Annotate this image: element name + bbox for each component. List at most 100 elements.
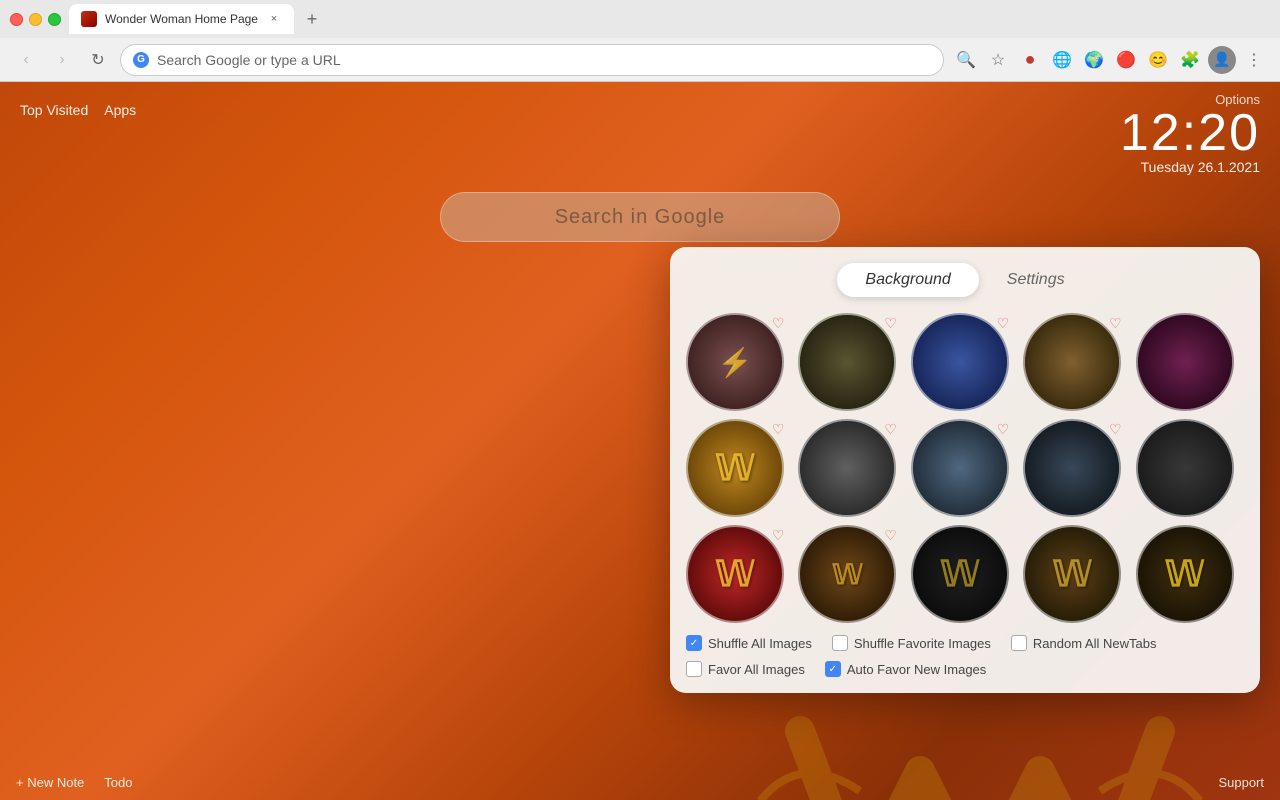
list-item[interactable]: 𝕎 xyxy=(1023,525,1127,623)
heart-icon[interactable]: ♡ xyxy=(772,421,785,438)
minimize-button[interactable] xyxy=(29,13,42,26)
browser-frame: Wonder Woman Home Page × + ‹ › ↻ G Searc… xyxy=(0,0,1280,800)
menu-icon[interactable]: ⋮ xyxy=(1240,46,1268,74)
back-button[interactable]: ‹ xyxy=(12,46,40,74)
vpn-icon[interactable]: 🌐 xyxy=(1048,46,1076,74)
heart-icon[interactable]: ♡ xyxy=(1109,421,1122,438)
heart-icon[interactable]: ♡ xyxy=(884,421,897,438)
list-item[interactable]: 𝕎 xyxy=(1136,525,1240,623)
image-circle: 𝕎 xyxy=(798,525,896,623)
list-item[interactable]: ♡ xyxy=(911,419,1015,517)
list-item[interactable] xyxy=(1136,313,1240,411)
top-visited-link[interactable]: Top Visited xyxy=(20,102,88,118)
clock-section: Options 12:20 Tuesday 26.1.2021 xyxy=(1120,92,1260,175)
checkbox-icon[interactable] xyxy=(686,661,702,677)
list-item[interactable]: ♡ 𝕎 xyxy=(686,419,790,517)
image-circle xyxy=(1136,419,1234,517)
list-item[interactable]: ♡ xyxy=(1023,419,1127,517)
image-circle: 𝕎 xyxy=(686,525,784,623)
background-panel: Background Settings ♡ ⚡ ♡ xyxy=(670,247,1260,693)
heart-icon[interactable]: ♡ xyxy=(772,315,785,332)
extension-red-icon[interactable]: 🔴 xyxy=(1112,46,1140,74)
new-note-link[interactable]: + New Note xyxy=(16,775,84,790)
heart-icon[interactable]: ♡ xyxy=(884,315,897,332)
address-bar[interactable]: G Search Google or type a URL xyxy=(120,44,944,76)
auto-favor-new-images-checkbox[interactable]: ✓ Auto Favor New Images xyxy=(825,661,986,677)
list-item[interactable]: ♡ xyxy=(798,419,902,517)
tab-settings[interactable]: Settings xyxy=(979,263,1093,297)
maximize-button[interactable] xyxy=(48,13,61,26)
ww-logo-overlay: 𝕎 xyxy=(688,421,782,515)
heart-icon[interactable]: ♡ xyxy=(884,527,897,544)
checkbox-icon[interactable] xyxy=(1011,635,1027,651)
close-button[interactable] xyxy=(10,13,23,26)
list-item[interactable]: ♡ xyxy=(1023,313,1127,411)
profile-icon[interactable]: 👤 xyxy=(1208,46,1236,74)
todo-link[interactable]: Todo xyxy=(104,775,132,790)
list-item[interactable]: ♡ xyxy=(911,313,1015,411)
shuffle-fav-label: Shuffle Favorite Images xyxy=(854,636,991,651)
favor-all-images-checkbox[interactable]: Favor All Images xyxy=(686,661,805,677)
support-link[interactable]: Support xyxy=(1218,775,1264,790)
page-nav: Top Visited Apps xyxy=(20,102,136,118)
page-content: Top Visited Apps Options 12:20 Tuesday 2… xyxy=(0,82,1280,800)
bottom-bar: + New Note Todo Support xyxy=(0,764,1280,800)
image-circle: 𝕎 xyxy=(1023,525,1121,623)
checkbox-icon[interactable] xyxy=(832,635,848,651)
list-item[interactable]: ♡ ⚡ xyxy=(686,313,790,411)
shuffle-all-images-checkbox[interactable]: ✓ Shuffle All Images xyxy=(686,635,812,651)
heart-icon[interactable]: ♡ xyxy=(1109,315,1122,332)
image-circle xyxy=(911,419,1009,517)
ww-logo-overlay: 𝕎 xyxy=(913,527,1007,621)
list-item[interactable]: ♡ 𝕎 xyxy=(686,525,790,623)
ww-logo-overlay: 𝕎 xyxy=(1138,527,1232,621)
image-circle: 𝕎 xyxy=(686,419,784,517)
ww-logo-overlay: 𝕎 xyxy=(800,527,894,621)
apps-link[interactable]: Apps xyxy=(104,102,136,118)
image-circle: 𝕎 xyxy=(911,525,1009,623)
active-tab[interactable]: Wonder Woman Home Page × xyxy=(69,4,294,34)
clock-display: 12:20 xyxy=(1120,107,1260,159)
forward-button[interactable]: › xyxy=(48,46,76,74)
search-bar[interactable]: Search in Google xyxy=(440,192,840,242)
translate-icon[interactable]: 🌍 xyxy=(1080,46,1108,74)
image-circle xyxy=(1136,313,1234,411)
random-all-newtabs-checkbox[interactable]: Random All NewTabs xyxy=(1011,635,1157,651)
opera-icon[interactable]: ● xyxy=(1016,46,1044,74)
search-icon[interactable]: 🔍 xyxy=(952,46,980,74)
shuffle-all-label: Shuffle All Images xyxy=(708,636,812,651)
bottom-left-links: + New Note Todo xyxy=(16,775,133,790)
checkbox-icon[interactable]: ✓ xyxy=(686,635,702,651)
address-text: Search Google or type a URL xyxy=(157,52,341,68)
title-bar: Wonder Woman Home Page × + xyxy=(0,0,1280,38)
date-display: Tuesday 26.1.2021 xyxy=(1120,159,1260,175)
tab-bar: Wonder Woman Home Page × + xyxy=(69,4,1270,34)
new-tab-button[interactable]: + xyxy=(298,5,326,33)
user-icon[interactable]: 😊 xyxy=(1144,46,1172,74)
bookmark-icon[interactable]: ☆ xyxy=(984,46,1012,74)
auto-favor-label: Auto Favor New Images xyxy=(847,662,986,677)
checkbox-icon[interactable]: ✓ xyxy=(825,661,841,677)
heart-icon[interactable]: ♡ xyxy=(997,421,1010,438)
image-circle xyxy=(1023,419,1121,517)
heart-icon[interactable]: ♡ xyxy=(772,527,785,544)
image-circle: ⚡ xyxy=(686,313,784,411)
list-item[interactable]: ♡ xyxy=(798,313,902,411)
heart-icon[interactable]: ♡ xyxy=(997,315,1010,332)
list-item[interactable]: ♡ 𝕎 xyxy=(798,525,902,623)
list-item[interactable]: 𝕎 xyxy=(911,525,1015,623)
shuffle-favorite-images-checkbox[interactable]: Shuffle Favorite Images xyxy=(832,635,991,651)
search-text: Search in Google xyxy=(555,206,726,229)
tab-favicon xyxy=(81,11,97,27)
tab-close-button[interactable]: × xyxy=(266,11,282,27)
reload-button[interactable]: ↻ xyxy=(84,46,112,74)
image-circle xyxy=(798,313,896,411)
panel-tabs: Background Settings xyxy=(686,263,1244,297)
traffic-lights xyxy=(10,13,61,26)
list-item[interactable] xyxy=(1136,419,1240,517)
image-circle xyxy=(1023,313,1121,411)
extensions-icon[interactable]: 🧩 xyxy=(1176,46,1204,74)
tab-background[interactable]: Background xyxy=(837,263,978,297)
ww-logo-overlay: 𝕎 xyxy=(688,527,782,621)
favor-all-label: Favor All Images xyxy=(708,662,805,677)
